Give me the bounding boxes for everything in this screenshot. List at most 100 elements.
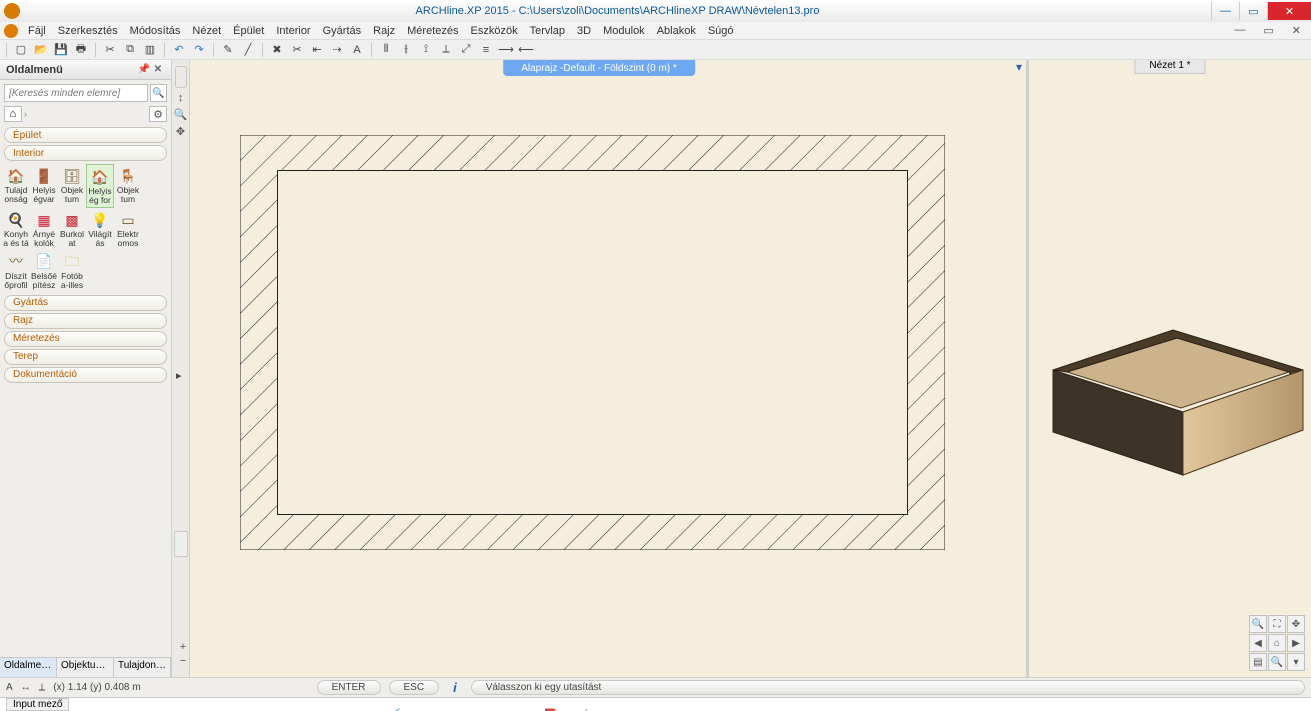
search-icon[interactable]: 🔍	[150, 84, 167, 102]
drag-handle-icon[interactable]	[175, 66, 187, 88]
menu-tools[interactable]: Eszközök	[465, 25, 524, 37]
undo-icon[interactable]: ↶	[171, 42, 187, 58]
pin-icon[interactable]: 📌	[137, 64, 151, 75]
nav-left-icon[interactable]: ◀	[1249, 634, 1267, 652]
category-rajz[interactable]: Rajz	[4, 313, 167, 329]
save-icon[interactable]: 💾	[53, 42, 69, 58]
dim-5-icon[interactable]: ⤢	[458, 42, 474, 58]
app-menu-icon[interactable]	[4, 24, 18, 38]
maximize-button[interactable]: ▭	[1239, 2, 1267, 20]
brush-icon[interactable]: ╱	[240, 42, 256, 58]
tool-objektum-1[interactable]: 🗄Objektum	[58, 164, 86, 208]
category-meretezes[interactable]: Méretezés	[4, 331, 167, 347]
dim-2-icon[interactable]: ⫲	[398, 42, 414, 58]
dim-8-icon[interactable]: ⟵	[518, 42, 534, 58]
tool-burkolat[interactable]: ▩Burkolat	[58, 208, 86, 250]
dim-7-icon[interactable]: ⟶	[498, 42, 514, 58]
close-button[interactable]: ✕	[1267, 2, 1311, 20]
nav-zoom-in-icon[interactable]: 🔍	[1249, 615, 1267, 633]
tool-4-icon[interactable]: ⇢	[329, 42, 345, 58]
esc-button[interactable]: ESC	[389, 680, 440, 695]
category-gyartas[interactable]: Gyártás	[4, 295, 167, 311]
menu-layout[interactable]: Tervlap	[524, 25, 571, 37]
dim-1-icon[interactable]: ⫴	[378, 42, 394, 58]
arrow-updown-icon[interactable]: ↕	[178, 92, 184, 104]
view3d-tab[interactable]: Nézet 1 *	[1134, 60, 1205, 74]
menu-manufacture[interactable]: Gyártás	[317, 25, 368, 37]
panel-tab-tulajdonsag[interactable]: Tulajdonsá...	[114, 658, 171, 677]
tool-konyha[interactable]: 🍳Konyha és tá	[2, 208, 30, 250]
category-dokumentacio[interactable]: Dokumentáció	[4, 367, 167, 383]
menu-edit[interactable]: Szerkesztés	[52, 25, 124, 37]
plan-view[interactable]: ↕ 🔍 ✥ Alaprajz -Default - Földszint (0 m…	[172, 60, 1026, 677]
status-icon-3[interactable]: ⟂	[39, 682, 46, 693]
mdi-close-icon[interactable]: ✕	[1286, 24, 1307, 37]
gear-icon[interactable]: ⚙	[149, 106, 167, 122]
tool-1-icon[interactable]: ✖	[269, 42, 285, 58]
paste-icon[interactable]: ▥	[142, 42, 158, 58]
category-interior[interactable]: Interior	[4, 145, 167, 161]
mdi-minimize-icon[interactable]: —	[1228, 24, 1251, 37]
copy-icon[interactable]: ⧉	[122, 42, 138, 58]
menu-view[interactable]: Nézet	[186, 25, 227, 37]
tool-diszitoprofil[interactable]: 〰Díszítőprofil	[2, 250, 30, 292]
zoom-out-icon[interactable]: −	[180, 655, 186, 667]
dim-3-icon[interactable]: ⟟	[418, 42, 434, 58]
zoom-tool-icon[interactable]: 🔍	[174, 108, 188, 121]
dim-6-icon[interactable]: ≡	[478, 42, 494, 58]
nav-zoom-out-icon[interactable]: 🔍	[1268, 653, 1286, 671]
mdi-restore-icon[interactable]: ▭	[1257, 24, 1279, 37]
home-icon[interactable]: ⌂	[4, 106, 22, 122]
menu-dimension[interactable]: Méretezés	[401, 25, 464, 37]
status-icon-2[interactable]: ↔	[21, 682, 31, 693]
menu-3d[interactable]: 3D	[571, 25, 597, 37]
tool-3-icon[interactable]: ⇤	[309, 42, 325, 58]
tool-vilagitas[interactable]: 💡Világítás	[86, 208, 114, 250]
panel-tab-oldalmenu[interactable]: Oldalmenü	[0, 658, 57, 677]
menu-help[interactable]: Súgó	[702, 25, 740, 37]
menu-modify[interactable]: Módosítás	[124, 25, 187, 37]
print-icon[interactable]: 🖶	[73, 42, 89, 58]
menu-windows[interactable]: Ablakok	[651, 25, 702, 37]
category-terep[interactable]: Terep	[4, 349, 167, 365]
tool-2-icon[interactable]: ✂	[289, 42, 305, 58]
menu-modules[interactable]: Modulok	[597, 25, 651, 37]
panel-tab-objektum[interactable]: Objektumk...	[57, 658, 114, 677]
redo-icon[interactable]: ↷	[191, 42, 207, 58]
nav-fit-icon[interactable]: ⛶	[1268, 615, 1286, 633]
open-icon[interactable]: 📂	[33, 42, 49, 58]
tool-elektromos[interactable]: ▭Elektromos	[114, 208, 142, 250]
cut-icon[interactable]: ✂	[102, 42, 118, 58]
new-icon[interactable]: ▢	[13, 42, 29, 58]
menu-interior[interactable]: Interior	[270, 25, 316, 37]
panel-close-icon[interactable]: ✕	[151, 64, 165, 75]
tool-fotoba[interactable]: 🗀Fotóba-illes	[58, 250, 86, 292]
nav-cube[interactable]: 🔍 ⛶ ✥ ◀ ⌂ ▶ ▤ 🔍 ▾	[1249, 615, 1305, 671]
dim-4-icon[interactable]: ⟂	[438, 42, 454, 58]
tool-5-icon[interactable]: A	[349, 42, 365, 58]
tool-tulajdonsag[interactable]: 🏠Tulajdonság	[2, 164, 30, 208]
tool-arnyekolok[interactable]: ▦Árnyékolók	[30, 208, 58, 250]
menu-building[interactable]: Épület	[227, 25, 270, 37]
menu-drawing[interactable]: Rajz	[367, 25, 401, 37]
nav-dropdown-icon[interactable]: ▾	[1287, 653, 1305, 671]
category-epulet[interactable]: Épület	[4, 127, 167, 143]
zoom-in-icon[interactable]: +	[180, 641, 186, 653]
tool-helyisegfor[interactable]: 🏠Helyiség for	[86, 164, 114, 208]
nav-right-icon[interactable]: ▶	[1287, 634, 1305, 652]
tool-belsoepitesz[interactable]: 📄Belsőépítész	[30, 250, 58, 292]
menu-file[interactable]: Fájl	[22, 25, 52, 37]
tool-objektum-2[interactable]: 🪑Objektum	[114, 164, 142, 208]
view-3d[interactable]: Nézet 1 *	[1026, 60, 1311, 677]
expand-arrow-icon[interactable]: ▸	[176, 369, 182, 382]
minimize-button[interactable]: —	[1211, 2, 1239, 20]
pen-icon[interactable]: ✎	[220, 42, 236, 58]
gutter-scroll-handle[interactable]	[174, 531, 188, 557]
search-input[interactable]	[4, 84, 148, 102]
pan-tool-icon[interactable]: ✥	[176, 125, 185, 138]
nav-home-icon[interactable]: ⌂	[1268, 634, 1286, 652]
tool-helyisegvar[interactable]: 🚪Helyiségvar	[30, 164, 58, 208]
enter-button[interactable]: ENTER	[317, 680, 381, 695]
nav-pan-icon[interactable]: ✥	[1287, 615, 1305, 633]
status-icon-1[interactable]: A	[6, 682, 13, 693]
